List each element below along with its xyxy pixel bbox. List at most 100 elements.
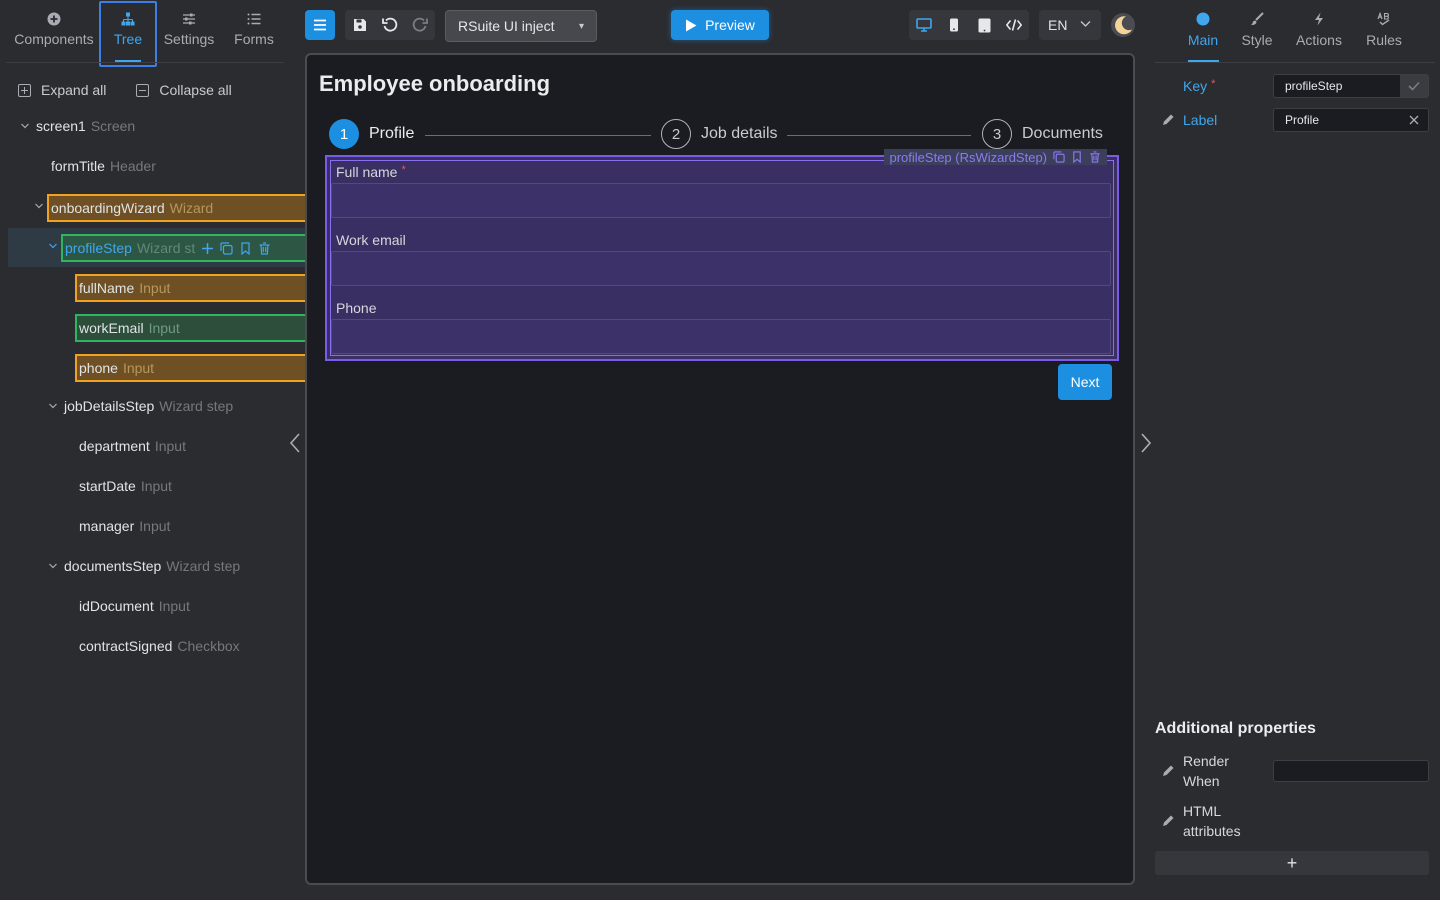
step-number: 2 bbox=[661, 119, 691, 149]
copy-icon[interactable] bbox=[1053, 151, 1065, 163]
expand-square-icon bbox=[18, 83, 31, 97]
label-input[interactable]: Profile bbox=[1273, 108, 1429, 132]
key-input-value: profileStep bbox=[1285, 79, 1343, 93]
tree-node-contractSigned[interactable]: contractSigned Checkbox bbox=[79, 633, 240, 659]
divider bbox=[1155, 62, 1435, 63]
tablet-view-button[interactable] bbox=[969, 10, 999, 40]
step-job-details[interactable]: 2 Job details bbox=[661, 119, 778, 149]
selected-wizard-step[interactable]: profileStep (RsWizardStep) Full name * Wo… bbox=[325, 149, 1119, 361]
tree-node-phone[interactable]: phone Input bbox=[75, 354, 314, 382]
field-full-name: Full name * bbox=[331, 164, 1111, 218]
moon-icon[interactable] bbox=[1110, 12, 1136, 38]
pencil-icon[interactable] bbox=[1161, 113, 1175, 127]
collapse-all-button[interactable]: Collapse all bbox=[136, 82, 232, 98]
label-input-value: Profile bbox=[1285, 113, 1320, 127]
tree-node-screen1[interactable]: screen1 Screen bbox=[20, 113, 135, 139]
field-work-email: Work email bbox=[331, 232, 1111, 286]
mobile-view-button[interactable] bbox=[939, 10, 969, 40]
history-toolbar bbox=[345, 10, 435, 40]
prop-label-text: Key bbox=[1183, 78, 1208, 94]
tab-label: Forms bbox=[234, 31, 274, 47]
tab-components[interactable]: Components bbox=[14, 0, 94, 62]
tree-node-jobDetailsStep[interactable]: jobDetailsStep Wizard step bbox=[48, 393, 233, 419]
tree-node-profileStep[interactable]: profileStep Wizard st bbox=[61, 234, 325, 262]
work-email-input[interactable] bbox=[331, 251, 1111, 286]
lightning-icon bbox=[1315, 12, 1323, 26]
render-when-input[interactable] bbox=[1273, 760, 1429, 782]
pencil-icon[interactable] bbox=[1161, 764, 1175, 778]
bookmark-icon[interactable] bbox=[1071, 151, 1083, 163]
undo-button[interactable] bbox=[375, 10, 405, 40]
key-input[interactable]: profileStep bbox=[1273, 74, 1429, 98]
tab-rules[interactable]: Rules bbox=[1364, 0, 1404, 62]
add-property-button[interactable]: + bbox=[1155, 851, 1429, 875]
desktop-view-button[interactable] bbox=[909, 10, 939, 40]
pencil-icon[interactable] bbox=[1161, 814, 1175, 828]
tablet-icon bbox=[978, 18, 990, 32]
trash-icon[interactable] bbox=[258, 241, 271, 255]
menu-button[interactable] bbox=[305, 10, 335, 40]
tree-node-onboardingWizard[interactable] bbox=[34, 193, 47, 219]
next-button[interactable]: Next bbox=[1058, 364, 1112, 400]
step-documents[interactable]: 3 Documents bbox=[982, 119, 1103, 149]
tab-style[interactable]: Style bbox=[1240, 0, 1274, 62]
tree-node-formTitle[interactable]: formTitle Header bbox=[51, 153, 156, 179]
tab-label: Style bbox=[1241, 32, 1273, 48]
clear-label-button[interactable] bbox=[1400, 109, 1428, 131]
tree-node-manager[interactable]: manager Input bbox=[79, 513, 170, 539]
node-name: startDate bbox=[79, 478, 136, 494]
tab-label: Main bbox=[1187, 32, 1219, 48]
circle-dot-icon bbox=[1196, 12, 1210, 26]
preview-button[interactable]: Preview bbox=[671, 10, 769, 40]
rules-icon bbox=[1377, 12, 1390, 26]
play-icon bbox=[686, 19, 697, 31]
step-profile[interactable]: 1 Profile bbox=[329, 119, 414, 149]
tree-node-documentsStep[interactable]: documentsStep Wizard step bbox=[48, 553, 240, 579]
node-name: documentsStep bbox=[64, 558, 162, 574]
save-icon bbox=[354, 19, 366, 31]
language-value: EN bbox=[1048, 17, 1068, 33]
chevron-down-icon bbox=[49, 403, 57, 409]
phone-input[interactable] bbox=[331, 319, 1111, 354]
highlight-onboardingWizard[interactable]: onboardingWizard Wizard bbox=[47, 194, 325, 222]
code-view-button[interactable] bbox=[999, 10, 1029, 40]
prop-label: Label bbox=[1183, 112, 1218, 128]
mobile-icon bbox=[950, 18, 958, 32]
tab-main[interactable]: Main bbox=[1186, 0, 1220, 62]
tab-tree[interactable]: Tree bbox=[106, 0, 150, 62]
tree-node-workEmail[interactable]: workEmail Input bbox=[75, 314, 325, 342]
node-type: Checkbox bbox=[177, 638, 240, 654]
node-type: Input bbox=[154, 438, 186, 454]
trash-icon[interactable] bbox=[1089, 151, 1101, 163]
bookmark-icon[interactable] bbox=[239, 241, 252, 255]
expand-all-button[interactable]: Expand all bbox=[18, 82, 106, 98]
tab-actions[interactable]: Actions bbox=[1294, 0, 1344, 62]
settings-sliders-icon bbox=[183, 13, 195, 25]
chevron-down-icon bbox=[49, 243, 57, 249]
node-name: phone bbox=[79, 360, 118, 376]
redo-button[interactable] bbox=[405, 10, 435, 40]
copy-icon[interactable] bbox=[220, 241, 233, 255]
tab-forms[interactable]: Forms bbox=[232, 0, 276, 62]
node-name: screen1 bbox=[36, 118, 86, 134]
field-phone: Phone bbox=[331, 300, 1111, 354]
device-toolbar bbox=[909, 10, 1029, 40]
right-panel: Main Style Actions Rules Key * profileSte… bbox=[1150, 0, 1440, 900]
field-label: Phone bbox=[336, 300, 377, 316]
tab-settings[interactable]: Settings bbox=[162, 0, 216, 62]
tree-node-fullName[interactable]: fullName Input bbox=[75, 274, 325, 302]
node-name: department bbox=[79, 438, 150, 454]
design-canvas[interactable]: Employee onboarding 1 Profile 2 Job deta… bbox=[305, 53, 1135, 885]
add-icon[interactable] bbox=[201, 242, 214, 255]
confirm-key-button[interactable] bbox=[1400, 75, 1428, 97]
project-select[interactable]: RSuite UI inject ▾ bbox=[445, 10, 597, 42]
save-button[interactable] bbox=[345, 10, 375, 40]
tree-actions: Expand all Collapse all bbox=[18, 82, 232, 98]
row-tools bbox=[201, 241, 271, 255]
full-name-input[interactable] bbox=[331, 183, 1111, 218]
tree-node-department[interactable]: department Input bbox=[79, 433, 186, 459]
language-select[interactable]: EN bbox=[1039, 10, 1101, 40]
tree-node-idDocument[interactable]: idDocument Input bbox=[79, 593, 190, 619]
collapse-left-panel-chevron-icon[interactable] bbox=[288, 432, 302, 454]
tree-node-startDate[interactable]: startDate Input bbox=[79, 473, 172, 499]
